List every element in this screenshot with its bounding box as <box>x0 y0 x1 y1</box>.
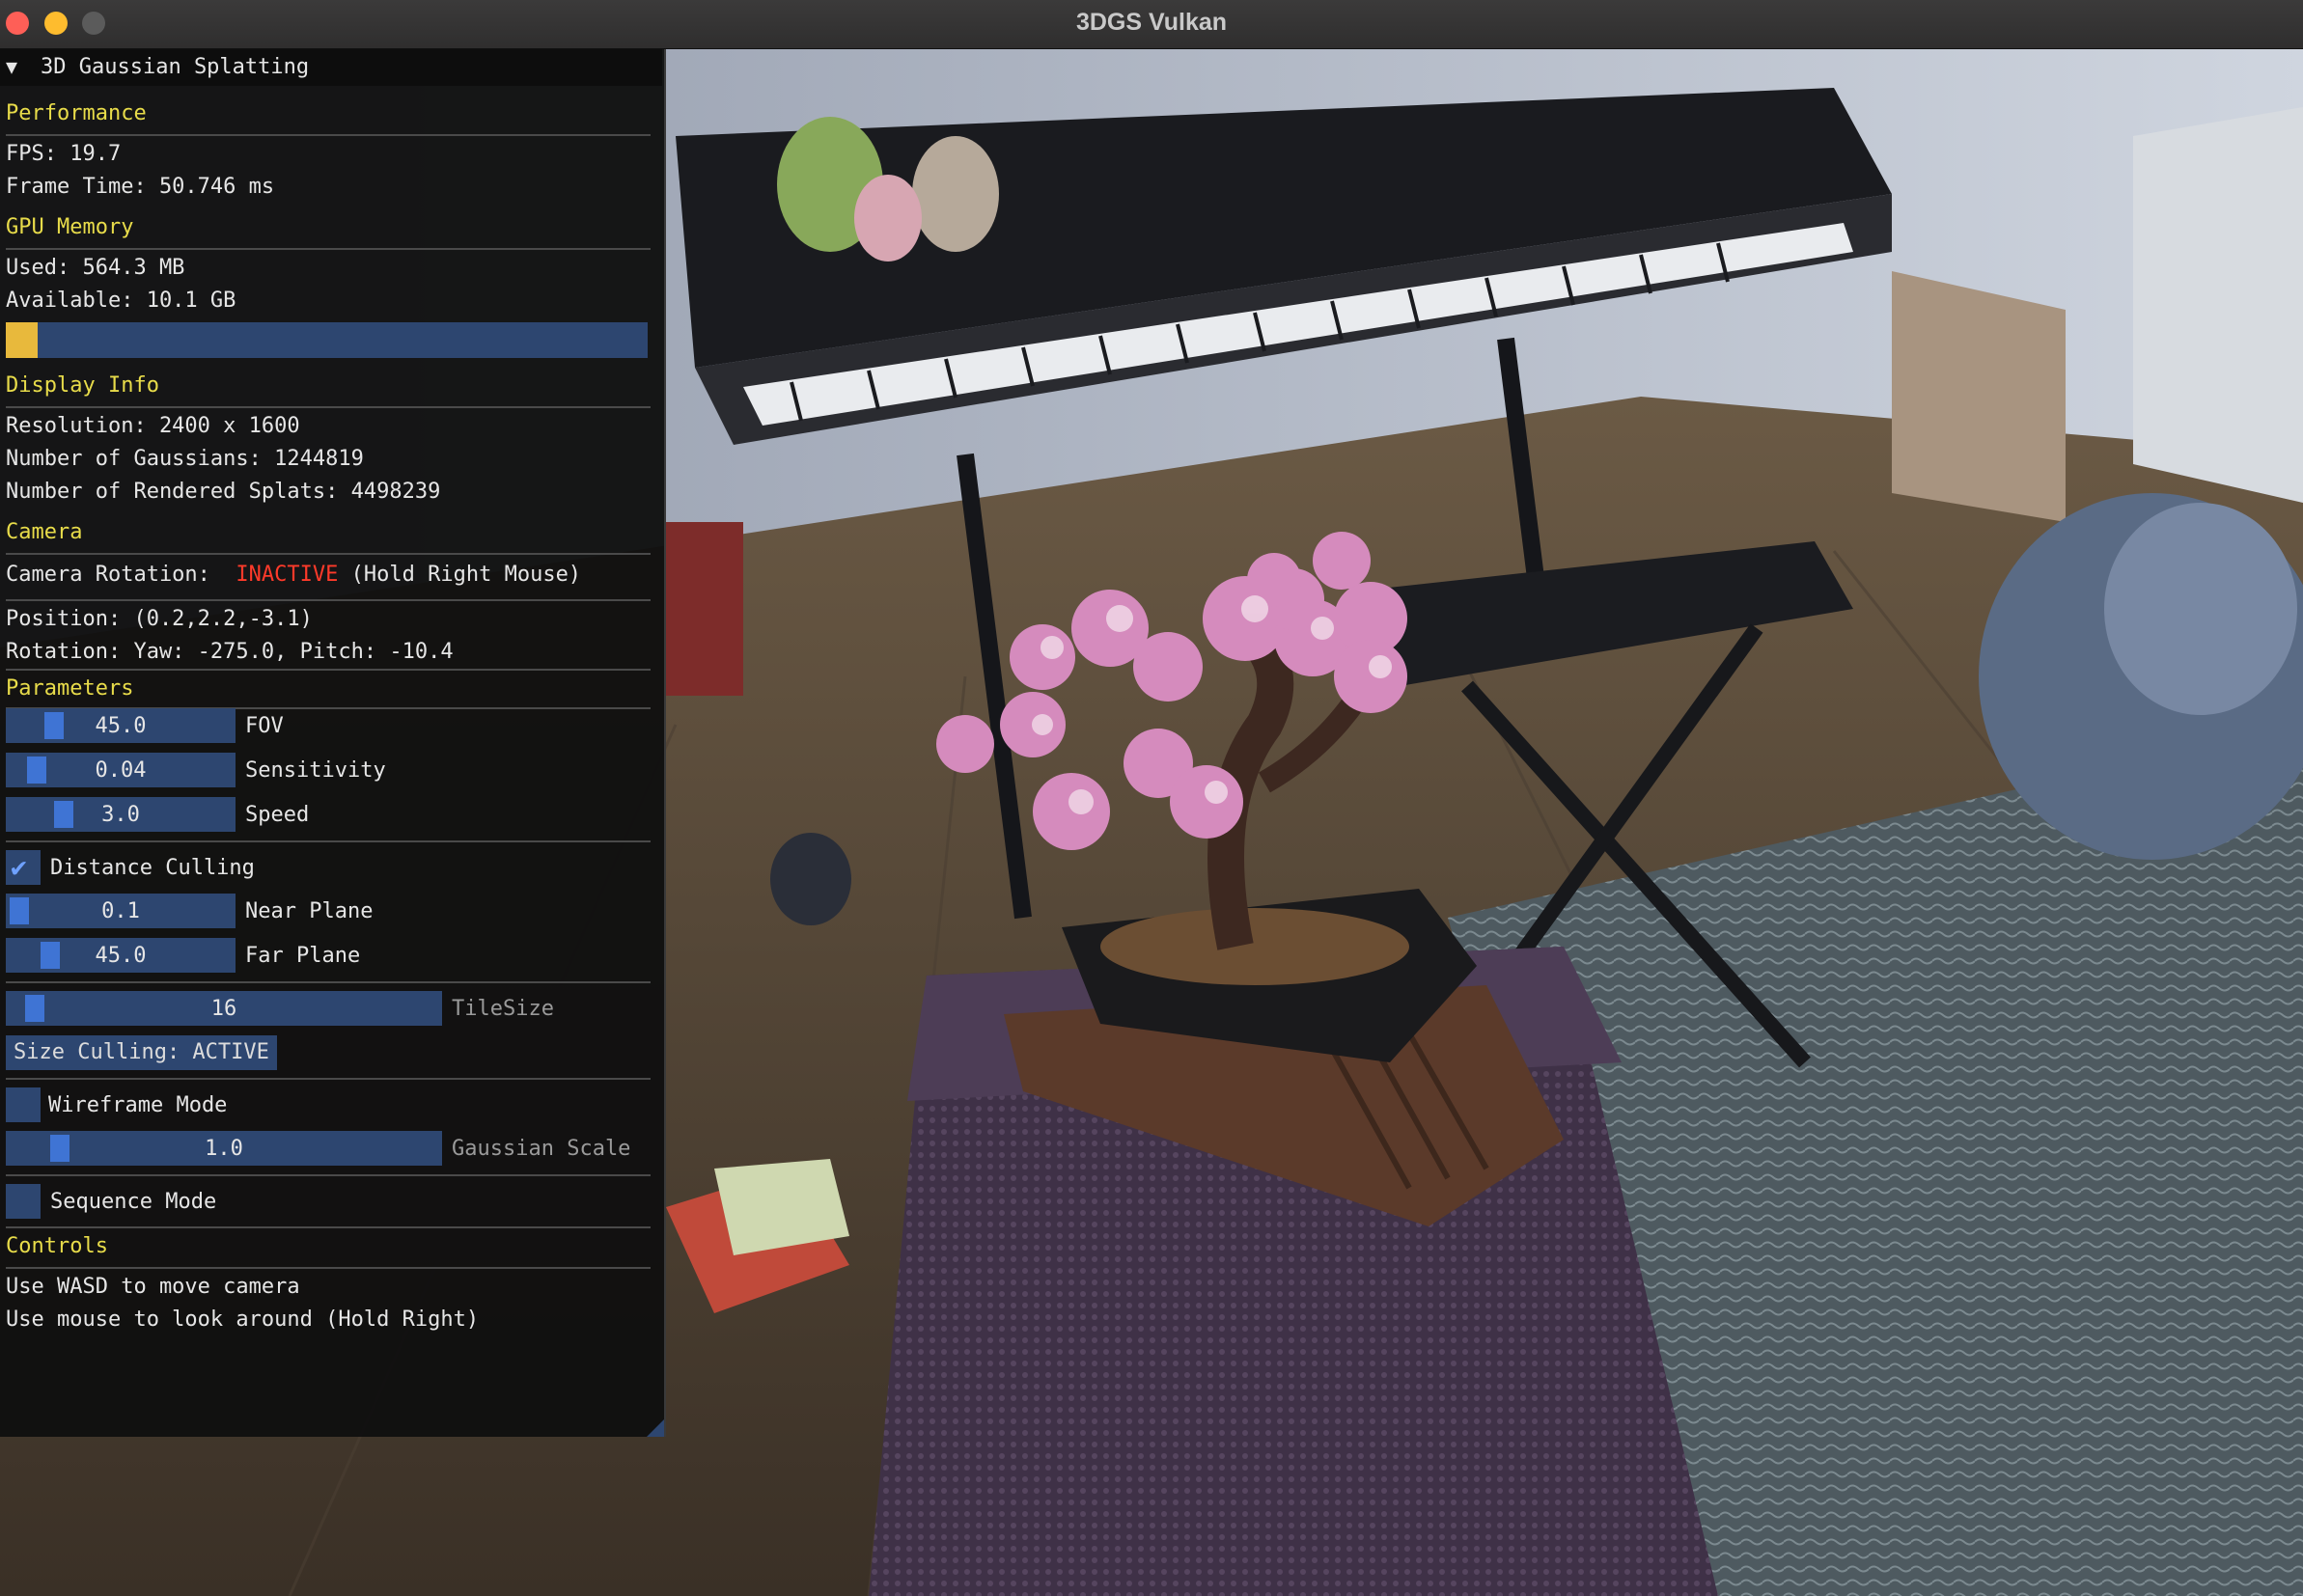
gaussian-scale-label: Gaussian Scale <box>452 1137 631 1161</box>
frame-time-text: Frame Time: 50.746 ms <box>6 175 275 199</box>
tile-size-value: 16 <box>210 997 237 1021</box>
separator <box>6 599 651 601</box>
gaussians-count-text: Number of Gaussians: 1244819 <box>6 447 364 471</box>
parameters-heading: Parameters <box>6 676 134 701</box>
speed-label: Speed <box>245 803 310 827</box>
distance-culling-checkbox[interactable]: ✔ <box>6 850 41 885</box>
separator <box>6 553 651 555</box>
controls-line-2: Use mouse to look around (Hold Right) <box>6 1307 480 1332</box>
camera-rotation-text: Rotation: Yaw: -275.0, Pitch: -10.4 <box>6 640 454 664</box>
window-title: 3DGS Vulkan <box>1075 9 1228 36</box>
separator <box>6 134 651 136</box>
tile-size-label: TileSize <box>452 997 554 1021</box>
separator <box>6 1267 651 1269</box>
controls-line-1: Use WASD to move camera <box>6 1275 300 1299</box>
sensitivity-label: Sensitivity <box>245 758 386 783</box>
display-info-heading: Display Info <box>6 373 159 398</box>
separator <box>6 248 651 250</box>
resolution-text: Resolution: 2400 x 1600 <box>6 414 300 438</box>
memory-usage-bar <box>6 322 648 358</box>
resize-grip-icon[interactable] <box>647 1419 664 1437</box>
separator <box>6 981 651 983</box>
camera-rotation-state: INACTIVE <box>236 563 339 587</box>
camera-rotation-hint: (Hold Right Mouse) <box>350 563 582 587</box>
checkmark-icon: ✔ <box>11 851 27 883</box>
fps-text: FPS: 19.7 <box>6 142 122 166</box>
fov-label: FOV <box>245 714 284 738</box>
speed-value: 3.0 <box>101 803 140 827</box>
near-plane-label: Near Plane <box>245 899 374 923</box>
tile-size-slider[interactable]: 16 <box>6 991 442 1026</box>
wireframe-mode-checkbox[interactable] <box>6 1087 41 1122</box>
camera-position-text: Position: (0.2,2.2,-3.1) <box>6 607 313 631</box>
controls-heading: Controls <box>6 1234 108 1258</box>
separator <box>6 1174 651 1176</box>
near-plane-value: 0.1 <box>101 899 140 923</box>
separator <box>6 1078 651 1080</box>
panel-title: 3D Gaussian Splatting <box>41 55 310 79</box>
far-plane-value: 45.0 <box>95 944 147 968</box>
sensitivity-slider[interactable]: 0.04 <box>6 753 236 787</box>
gaussian-scale-slider[interactable]: 1.0 <box>6 1131 442 1166</box>
far-plane-label: Far Plane <box>245 944 361 968</box>
gaussian-scale-value: 1.0 <box>205 1137 243 1161</box>
fov-slider[interactable]: 45.0 <box>6 708 236 743</box>
distance-culling-label: Distance Culling <box>50 856 255 880</box>
sequence-mode-checkbox[interactable] <box>6 1184 41 1219</box>
fov-value: 45.0 <box>95 714 147 738</box>
wireframe-mode-label: Wireframe Mode <box>48 1093 228 1117</box>
size-culling-button[interactable]: Size Culling: ACTIVE <box>6 1035 277 1070</box>
collapse-arrow-icon[interactable]: ▼ <box>6 55 17 78</box>
separator <box>6 669 651 671</box>
near-plane-slider[interactable]: 0.1 <box>6 894 236 928</box>
separator <box>6 1226 651 1228</box>
panel-header[interactable]: ▼ 3D Gaussian Splatting <box>0 49 662 86</box>
memory-available-text: Available: 10.1 GB <box>6 289 236 313</box>
separator <box>6 840 651 842</box>
camera-rotation-status: Camera Rotation: INACTIVE (Hold Right Mo… <box>6 563 581 587</box>
sequence-mode-label: Sequence Mode <box>50 1190 217 1214</box>
gpu-memory-heading: GPU Memory <box>6 215 134 239</box>
gaussian-splatting-panel[interactable]: ▼ 3D Gaussian Splatting Performance FPS:… <box>0 49 666 1437</box>
speed-slider[interactable]: 3.0 <box>6 797 236 832</box>
sensitivity-value: 0.04 <box>95 758 147 783</box>
separator <box>6 406 651 408</box>
memory-usage-fill <box>6 322 39 358</box>
rendered-splats-text: Number of Rendered Splats: 4498239 <box>6 480 441 504</box>
camera-rotation-label: Camera Rotation: <box>6 563 224 587</box>
memory-used-text: Used: 564.3 MB <box>6 256 185 280</box>
window-titlebar: 3DGS Vulkan <box>0 0 2303 49</box>
camera-heading: Camera <box>6 520 83 544</box>
far-plane-slider[interactable]: 45.0 <box>6 938 236 973</box>
performance-heading: Performance <box>6 101 147 125</box>
